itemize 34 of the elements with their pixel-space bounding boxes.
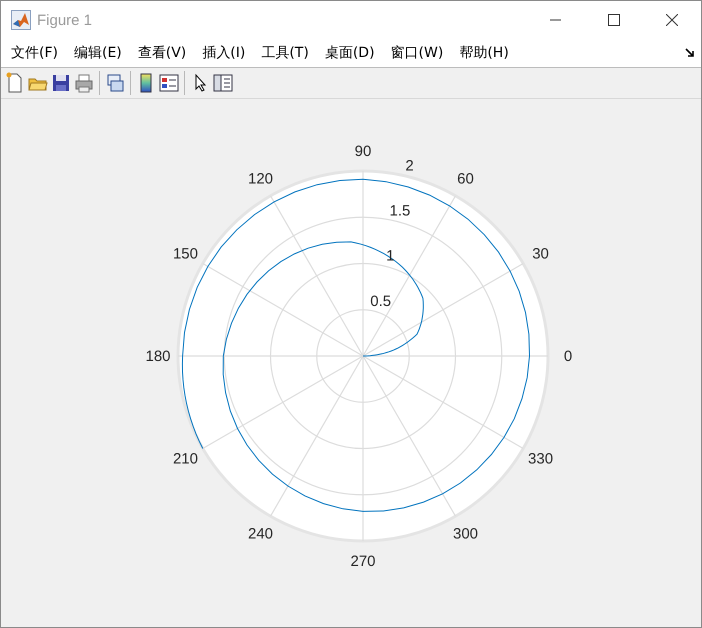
angle-tick-label: 120: [248, 170, 274, 188]
angle-tick-label: 270: [350, 553, 376, 570]
app-logo-icon: [11, 10, 31, 30]
angle-tick-label: 240: [248, 526, 274, 543]
dock-arrow-icon[interactable]: [685, 48, 695, 58]
property-panel-icon[interactable]: [213, 72, 233, 94]
menu-item[interactable]: 桌面(D): [316, 44, 383, 62]
legend-icon[interactable]: [159, 72, 179, 94]
angle-tick-label: 180: [145, 348, 171, 365]
maximize-icon[interactable]: [608, 14, 620, 26]
window-title: Figure 1: [37, 12, 94, 28]
angle-tick-label: 60: [457, 170, 474, 188]
radius-tick-label: 2: [405, 157, 414, 174]
angle-tick-label: 0: [564, 348, 572, 365]
save-icon[interactable]: [51, 72, 71, 94]
print-icon[interactable]: [74, 72, 94, 94]
menu-item[interactable]: 窗口(W): [382, 44, 452, 62]
angle-tick-label: 210: [172, 450, 198, 468]
radius-tick-label: 0.5: [370, 292, 392, 310]
menu-item[interactable]: 插入(I): [194, 44, 254, 62]
menu-item[interactable]: 工具(T): [253, 44, 317, 62]
link-plot-icon[interactable]: [105, 72, 125, 94]
angle-tick-label: 150: [172, 246, 198, 262]
menu-item[interactable]: 编辑(E): [66, 44, 130, 62]
menu-item[interactable]: 查看(V): [130, 44, 194, 62]
angle-tick-label: 300: [452, 526, 478, 543]
close-icon[interactable]: [666, 14, 678, 26]
radius-tick-label: 1.5: [390, 202, 410, 220]
angle-tick-label: 30: [532, 246, 549, 262]
minimize-icon[interactable]: [550, 19, 562, 21]
angle-tick-label: 90: [354, 143, 372, 160]
menu-item[interactable]: 帮助(H): [451, 44, 517, 62]
angle-tick-label: 330: [528, 450, 554, 468]
menu-item[interactable]: 文件(F): [3, 44, 66, 62]
